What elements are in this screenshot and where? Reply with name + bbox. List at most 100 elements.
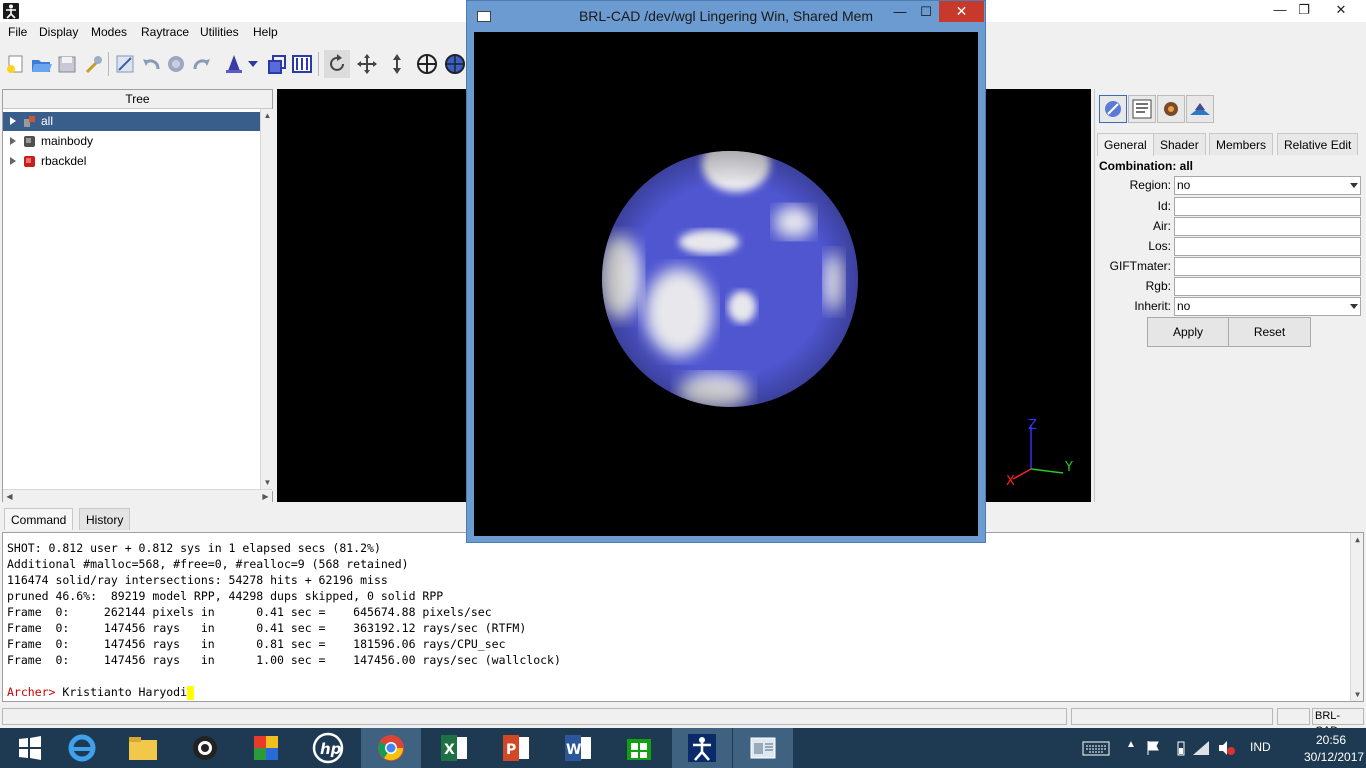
menu-raytrace[interactable]: Raytrace — [141, 25, 189, 39]
minimize-button[interactable]: — — [887, 3, 913, 23]
command-console[interactable]: SHOT: 0.812 user + 0.812 sys in 1 elapse… — [2, 532, 1364, 702]
camera-icon[interactable] — [175, 728, 235, 768]
clock-time[interactable]: 20:56 — [1316, 733, 1346, 747]
save-icon[interactable] — [54, 50, 80, 78]
expand-arrow-icon[interactable] — [10, 117, 16, 125]
edit-icon[interactable] — [112, 50, 138, 78]
chevron-up-icon[interactable]: ▲ — [1126, 739, 1136, 750]
scroll-up-icon[interactable]: ▲ — [1351, 533, 1364, 546]
framebuffer-titlebar[interactable]: BRL-CAD /dev/wgl Lingering Win, Shared M… — [467, 1, 985, 31]
brlcad-icon[interactable] — [672, 728, 732, 768]
rotate-view-icon[interactable] — [163, 50, 189, 78]
gear-tools-icon[interactable] — [1157, 95, 1185, 123]
command-input[interactable]: Kristianto Haryodi — [55, 685, 187, 699]
rotate-mode-icon[interactable] — [324, 50, 350, 78]
redo-icon[interactable] — [189, 50, 215, 78]
preferences-wrench-icon[interactable] — [80, 50, 106, 78]
store-icon[interactable] — [609, 728, 669, 768]
powerpoint-icon[interactable]: P — [486, 728, 546, 768]
tree-item-rbackdel[interactable]: rbackdel — [3, 152, 260, 171]
region-select[interactable]: no — [1174, 176, 1361, 195]
volume-muted-icon[interactable] — [1218, 740, 1236, 756]
menu-display[interactable]: Display — [39, 25, 78, 39]
window-icon[interactable] — [733, 728, 793, 768]
console-line: Frame 0: 262144 pixels in 0.41 sec = 645… — [7, 605, 492, 619]
edit-object-icon[interactable] — [1099, 95, 1127, 123]
keyboard-icon[interactable] — [1082, 740, 1110, 756]
menu-help[interactable]: Help — [253, 25, 278, 39]
scroll-up-icon[interactable]: ▲ — [261, 109, 274, 122]
tree-item-mainbody[interactable]: mainbody — [3, 132, 260, 151]
giftmater-field[interactable] — [1174, 257, 1361, 276]
scroll-right-icon[interactable]: ▶ — [259, 490, 272, 503]
los-label: Los: — [1148, 239, 1171, 253]
terrain-view-icon[interactable] — [1186, 95, 1214, 123]
tree-item-all[interactable]: all — [3, 112, 260, 131]
tree-horizontal-scrollbar[interactable]: ◀ ▶ — [3, 489, 272, 502]
id-field[interactable] — [1174, 197, 1361, 216]
chrome-icon[interactable] — [361, 728, 421, 768]
clock-date[interactable]: 30/12/2017 — [1304, 750, 1364, 764]
maximize-button[interactable]: ☐ — [913, 3, 939, 23]
form-title: Combination: all — [1099, 159, 1193, 173]
console-line: pruned 46.6%: 89219 model RPP, 44298 dup… — [7, 589, 444, 603]
file-explorer-icon[interactable] — [113, 728, 173, 768]
flag-icon[interactable] — [1146, 740, 1160, 756]
scroll-down-icon[interactable]: ▼ — [261, 476, 274, 489]
new-file-icon[interactable] — [2, 50, 28, 78]
scroll-left-icon[interactable]: ◀ — [3, 490, 16, 503]
apply-button[interactable]: Apply — [1147, 317, 1229, 347]
hp-icon[interactable]: hp — [298, 728, 358, 768]
close-button[interactable]: ✕ — [1316, 0, 1366, 20]
wireframe-icon[interactable] — [289, 50, 315, 78]
status-field — [1071, 708, 1273, 725]
ie-icon[interactable] — [52, 728, 112, 768]
undo-icon[interactable] — [138, 50, 164, 78]
puzzle-icon[interactable] — [236, 728, 296, 768]
globe-view-icon[interactable] — [442, 50, 468, 78]
console-scrollbar[interactable]: ▲ ▼ — [1350, 533, 1363, 701]
air-field[interactable] — [1174, 217, 1361, 236]
text-editor-icon[interactable] — [1128, 95, 1156, 123]
tab-shader[interactable]: Shader — [1153, 133, 1206, 155]
open-folder-icon[interactable] — [28, 50, 54, 78]
word-icon[interactable]: W — [548, 728, 608, 768]
view-layers-icon[interactable] — [264, 50, 290, 78]
scale-mode-icon[interactable] — [384, 50, 410, 78]
tree-vertical-scrollbar[interactable]: ▲ ▼ — [260, 109, 273, 491]
excel-icon[interactable]: X — [424, 728, 484, 768]
translate-mode-icon[interactable] — [354, 50, 380, 78]
close-button[interactable]: ✕ — [939, 1, 984, 22]
rgb-label: Rgb: — [1145, 279, 1171, 293]
tab-relative-edit[interactable]: Relative Edit — [1277, 133, 1359, 155]
tab-general[interactable]: General — [1097, 133, 1154, 156]
tree-header: Tree — [3, 90, 272, 109]
inherit-select[interactable]: no — [1174, 297, 1361, 316]
language-indicator[interactable]: IND — [1250, 740, 1271, 754]
network-icon[interactable] — [1192, 740, 1210, 756]
scroll-down-icon[interactable]: ▼ — [1351, 688, 1364, 701]
taskbar: hp X P W ▲ IND 20:56 30/12/2017 — [0, 728, 1366, 768]
tab-command[interactable]: Command — [4, 508, 74, 530]
chevron-down-icon[interactable] — [244, 50, 262, 78]
menu-file[interactable]: File — [8, 25, 27, 39]
command-input-line[interactable]: Archer> Kristianto Haryodi — [7, 684, 195, 700]
svg-text:X: X — [444, 742, 455, 758]
tab-members[interactable]: Members — [1209, 133, 1274, 155]
los-field[interactable] — [1174, 237, 1361, 256]
reset-button[interactable]: Reset — [1228, 317, 1311, 347]
tab-history[interactable]: History — [79, 508, 131, 530]
start-button[interactable] — [0, 728, 60, 768]
expand-arrow-icon[interactable] — [10, 137, 16, 145]
framebuffer-window[interactable]: BRL-CAD /dev/wgl Lingering Win, Shared M… — [466, 0, 986, 543]
id-label: Id: — [1157, 199, 1171, 213]
expand-arrow-icon[interactable] — [10, 157, 16, 165]
menu-utilities[interactable]: Utilities — [200, 25, 239, 39]
center-crosshair-icon[interactable] — [414, 50, 440, 78]
maximize-button[interactable]: ❐ — [1290, 0, 1318, 20]
raytrace-canvas[interactable] — [474, 32, 978, 536]
rgb-field[interactable] — [1174, 277, 1361, 296]
main-toolbar — [0, 46, 480, 84]
menu-modes[interactable]: Modes — [91, 25, 127, 39]
battery-icon[interactable] — [1176, 740, 1186, 756]
